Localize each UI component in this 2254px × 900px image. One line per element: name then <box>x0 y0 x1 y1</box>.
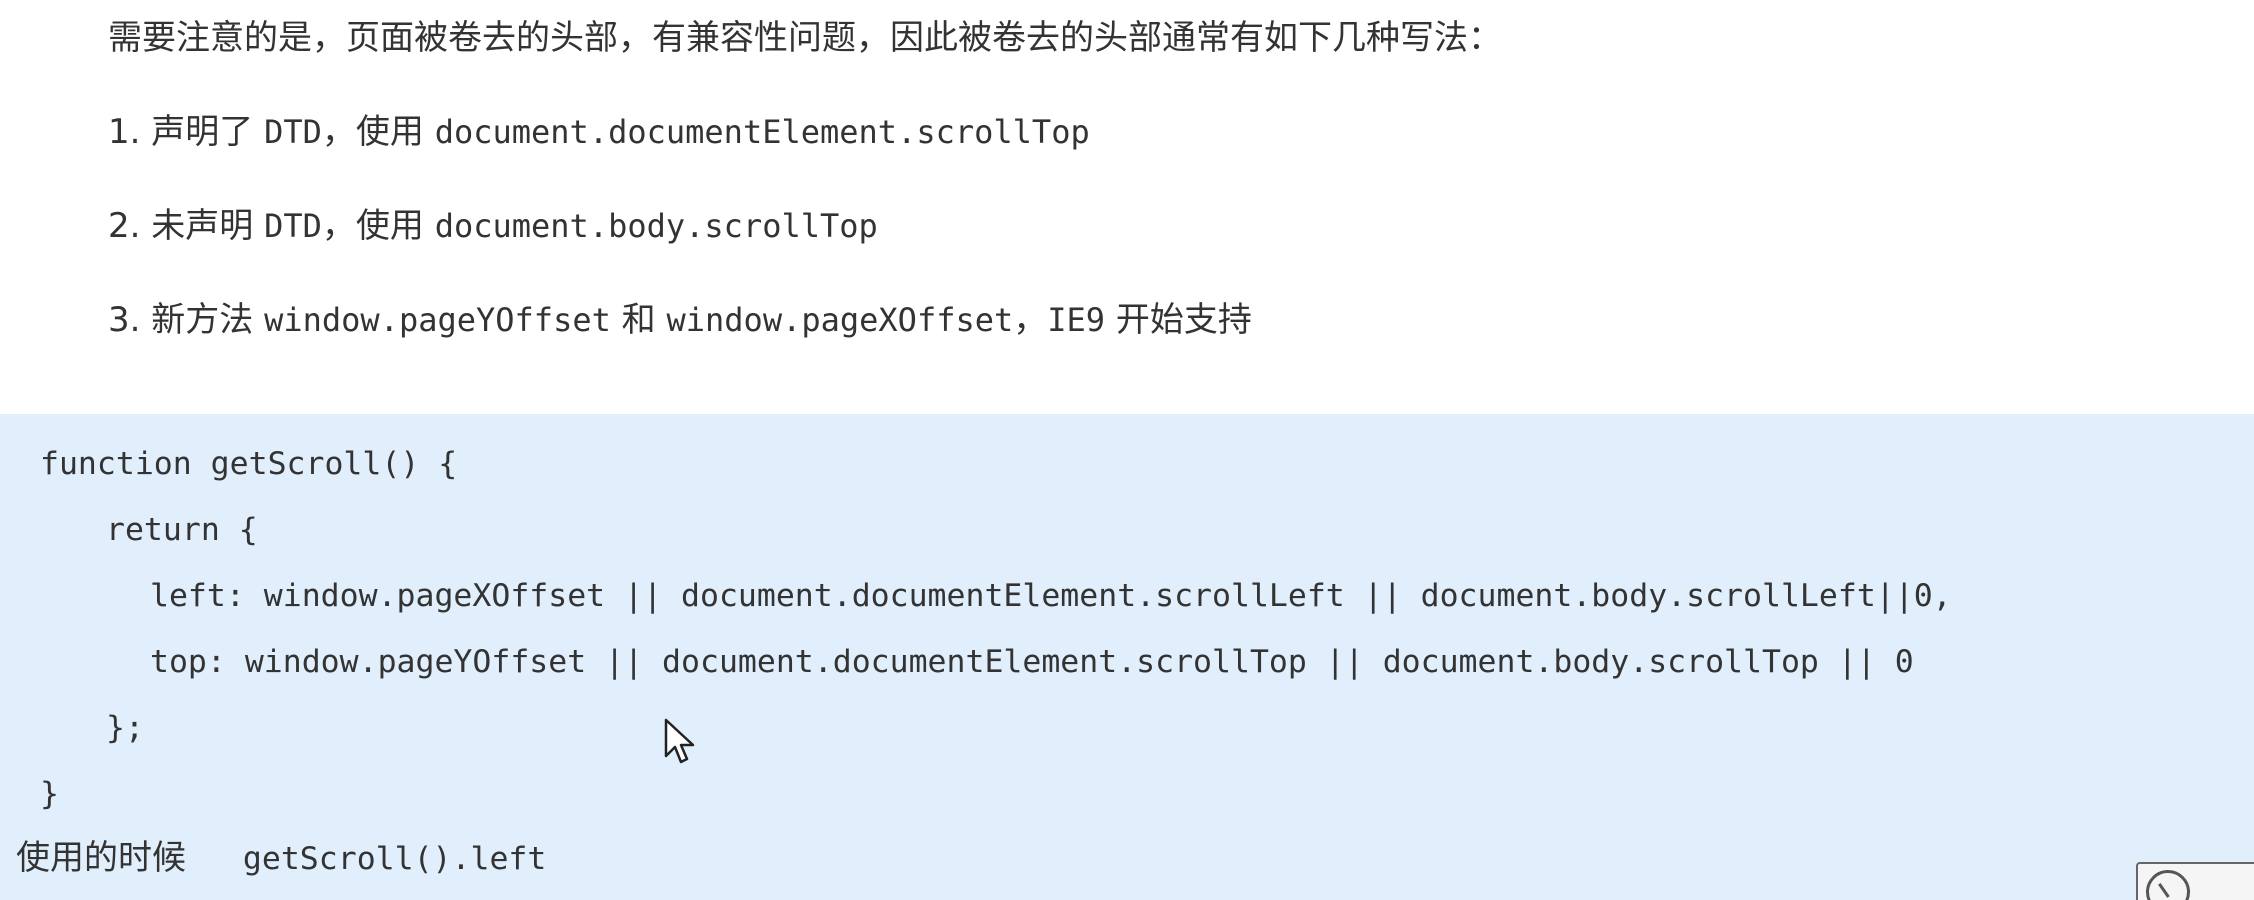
list-text: ，使用 <box>321 206 435 246</box>
inline-code: DTD <box>264 113 322 151</box>
usage-code: getScroll().left <box>186 841 546 877</box>
list-text: ，使用 <box>321 112 435 152</box>
inline-code: IE9 <box>1047 301 1106 339</box>
list-number: 3. <box>108 300 141 340</box>
code-line: function getScroll() { <box>40 446 458 482</box>
code-line: } <box>40 776 59 812</box>
inline-code: document.body.scrollTop <box>434 207 878 245</box>
usage-line: 使用的时候 getScroll().left <box>16 838 546 879</box>
list-item-1: 1. 声明了 DTD，使用 document.documentElement.s… <box>108 110 1090 154</box>
inline-code: document.documentElement.scrollTop <box>434 113 1090 151</box>
inline-code: window.pageXOffset <box>666 301 1014 339</box>
code-line: top: window.pageYOffset || document.docu… <box>150 644 1914 680</box>
code-line: }; <box>106 710 144 746</box>
code-line: left: window.pageXOffset || document.doc… <box>150 578 1952 614</box>
list-text: ， <box>1013 300 1048 340</box>
mouse-pointer-icon <box>664 718 695 764</box>
code-line: return { <box>106 512 258 548</box>
inline-code: DTD <box>264 207 322 245</box>
inline-code: window.pageYOffset <box>264 301 611 339</box>
usage-label: 使用的时候 <box>16 838 186 878</box>
list-text: 和 <box>610 300 667 340</box>
usage-code-text: getScroll().left <box>242 841 547 877</box>
intro-paragraph: 需要注意的是，页面被卷去的头部，有兼容性问题，因此被卷去的头部通常有如下几种写法… <box>108 18 1502 58</box>
list-text: 新方法 <box>140 300 265 340</box>
code-block: function getScroll() { return { left: wi… <box>0 414 2254 900</box>
list-number: 1. <box>108 112 141 152</box>
list-number: 2. <box>108 206 141 246</box>
list-item-3: 3. 新方法 window.pageYOffset 和 window.pageX… <box>108 298 1252 342</box>
corner-badge[interactable] <box>2136 862 2254 900</box>
list-text: 未声明 <box>140 206 265 246</box>
list-text: 声明了 <box>140 112 265 152</box>
list-text: 开始支持 <box>1105 300 1252 340</box>
list-item-2: 2. 未声明 DTD，使用 document.body.scrollTop <box>108 204 878 248</box>
clock-icon <box>2146 870 2190 900</box>
